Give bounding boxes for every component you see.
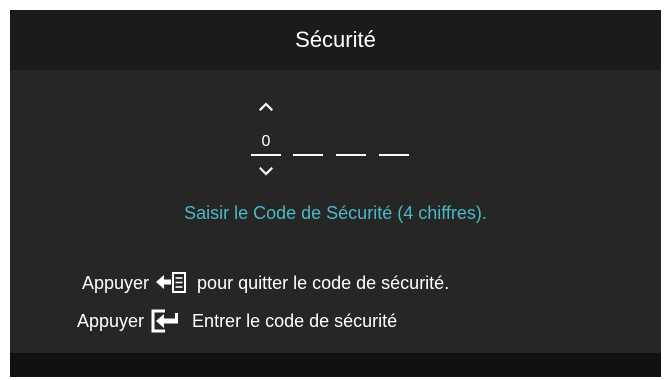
- code-digit-1[interactable]: 0: [251, 126, 281, 156]
- help-row-exit: Appuyer pour quitter le code de sécurité…: [82, 270, 449, 296]
- dialog-title: Sécurité: [295, 27, 376, 52]
- security-dialog: Sécurité 0 Saisir le Code de Sécurité (4…: [10, 10, 661, 377]
- enter-icon: [148, 308, 184, 334]
- dialog-header: Sécurité: [10, 10, 661, 70]
- code-digit-1-value: 0: [261, 133, 271, 150]
- footer-bar: [10, 353, 661, 377]
- digit-underline: [251, 154, 281, 156]
- code-digit-4[interactable]: [379, 126, 409, 156]
- help-enter-text: Entrer le code de sécurité: [192, 310, 398, 331]
- help-prefix: Appuyer: [77, 310, 145, 331]
- help-prefix: Appuyer: [82, 272, 150, 293]
- code-digit-2[interactable]: [293, 126, 323, 156]
- help-exit-text: pour quitter le code de sécurité.: [197, 272, 450, 293]
- exit-menu-icon: [153, 270, 189, 296]
- digit-underline: [293, 154, 323, 156]
- code-digit-3[interactable]: [336, 126, 366, 156]
- instruction-text: Saisir le Code de Sécurité (4 chiffres).: [184, 203, 487, 223]
- digit-underline: [336, 154, 366, 156]
- chevron-up-icon[interactable]: [258, 99, 274, 113]
- chevron-down-icon[interactable]: [258, 164, 274, 178]
- security-code-entry: 0: [248, 90, 418, 182]
- digit-underline: [379, 154, 409, 156]
- help-row-enter: Appuyer Entrer le code de sécurité: [77, 308, 397, 334]
